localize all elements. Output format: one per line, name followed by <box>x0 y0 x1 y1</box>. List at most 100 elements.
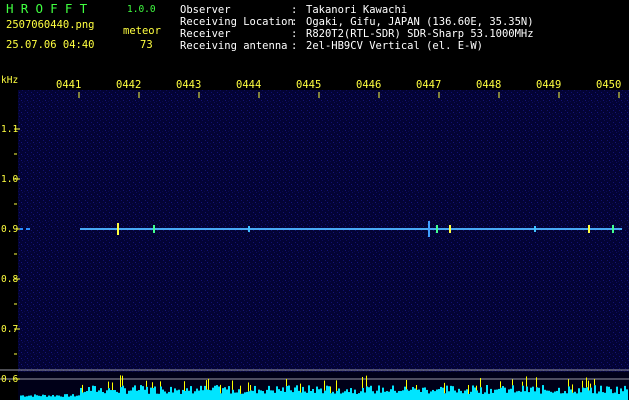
level-bar <box>354 389 356 400</box>
level-bar <box>346 389 348 400</box>
level-bar <box>98 390 100 400</box>
level-bar <box>496 389 498 400</box>
level-spike <box>572 384 573 393</box>
level-spike <box>206 380 207 390</box>
level-spike <box>120 375 121 388</box>
level-bar <box>520 391 522 400</box>
level-bar <box>34 394 36 400</box>
level-bar <box>404 386 406 400</box>
level-bar <box>624 385 626 400</box>
level-bar <box>136 390 138 400</box>
level-bar <box>256 393 258 400</box>
level-bar <box>250 390 252 400</box>
level-bar <box>376 390 378 400</box>
level-bar <box>452 386 454 400</box>
level-bar <box>524 391 526 400</box>
level-spike <box>444 382 445 394</box>
x-tick-label: 0441 <box>56 79 82 91</box>
info-value-receiver: R820T2(RTL-SDR) SDR-Sharp 53.1000MHz <box>306 28 534 40</box>
level-bar <box>72 394 74 400</box>
level-bar <box>388 391 390 400</box>
level-bar <box>588 390 590 400</box>
y-tick-label: 1.0 <box>1 174 19 185</box>
info-label-observer: Observer <box>180 4 231 16</box>
level-bar <box>462 393 464 400</box>
level-bar <box>20 395 22 400</box>
level-spike <box>512 379 513 386</box>
level-bar <box>222 388 224 400</box>
level-bar <box>516 391 518 400</box>
level-bar <box>252 390 254 400</box>
level-spike <box>160 381 161 387</box>
level-spike <box>366 375 367 387</box>
level-bar <box>260 390 262 400</box>
spectrogram-plot <box>0 90 629 400</box>
y-axis-label: kHz <box>1 75 19 86</box>
level-bar <box>170 386 172 400</box>
level-spike <box>184 381 185 391</box>
level-bar <box>492 392 494 400</box>
level-bar <box>30 395 32 400</box>
level-spike <box>480 378 481 388</box>
level-spike <box>590 383 591 388</box>
level-bar <box>42 394 44 400</box>
level-bar <box>504 387 506 400</box>
level-bar <box>284 391 286 400</box>
level-bar <box>414 388 416 400</box>
level-bar <box>592 393 594 400</box>
level-bar <box>288 385 290 400</box>
level-bar <box>512 385 514 400</box>
level-bar <box>550 391 552 400</box>
level-bar <box>610 389 612 400</box>
level-spike <box>250 385 251 391</box>
level-bar <box>150 387 152 400</box>
level-bar <box>106 390 108 400</box>
meteor-echo <box>534 226 536 232</box>
level-bar <box>278 389 280 400</box>
level-bar <box>384 391 386 400</box>
level-bar <box>178 389 180 400</box>
level-bar <box>560 393 562 400</box>
level-bar <box>70 395 72 400</box>
level-bar <box>246 391 248 400</box>
level-bar <box>48 395 50 400</box>
level-bar <box>232 389 234 400</box>
level-spike <box>108 381 109 389</box>
level-bar <box>80 387 82 400</box>
level-bar <box>374 393 376 400</box>
level-bar <box>100 388 102 400</box>
level-bar <box>218 386 220 400</box>
level-bar <box>486 385 488 400</box>
meteor-echo <box>248 226 250 232</box>
level-spike <box>594 379 595 386</box>
level-bar <box>586 387 588 400</box>
level-bar <box>22 395 24 400</box>
level-bar <box>338 388 340 400</box>
level-bar <box>554 391 556 400</box>
level-bar <box>602 392 604 400</box>
level-bar <box>582 387 584 400</box>
level-bar <box>600 385 602 400</box>
level-bar <box>56 395 58 400</box>
level-bar <box>572 392 574 400</box>
level-bar <box>148 393 150 400</box>
level-bar <box>426 389 428 400</box>
level-bar <box>466 389 468 400</box>
level-bar <box>390 389 392 400</box>
level-bar <box>166 393 168 400</box>
level-spike <box>536 377 537 388</box>
level-bar <box>380 392 382 400</box>
level-bar <box>206 389 208 400</box>
level-spike <box>324 380 325 391</box>
level-bar <box>538 387 540 400</box>
level-bar <box>540 393 542 400</box>
level-bar <box>534 391 536 400</box>
level-bar <box>258 389 260 400</box>
level-bar <box>190 386 192 400</box>
level-bar <box>200 385 202 400</box>
level-bar <box>316 386 318 400</box>
level-bar <box>574 391 576 400</box>
level-bar <box>208 389 210 400</box>
level-bar <box>556 390 558 400</box>
level-bar <box>362 387 364 400</box>
